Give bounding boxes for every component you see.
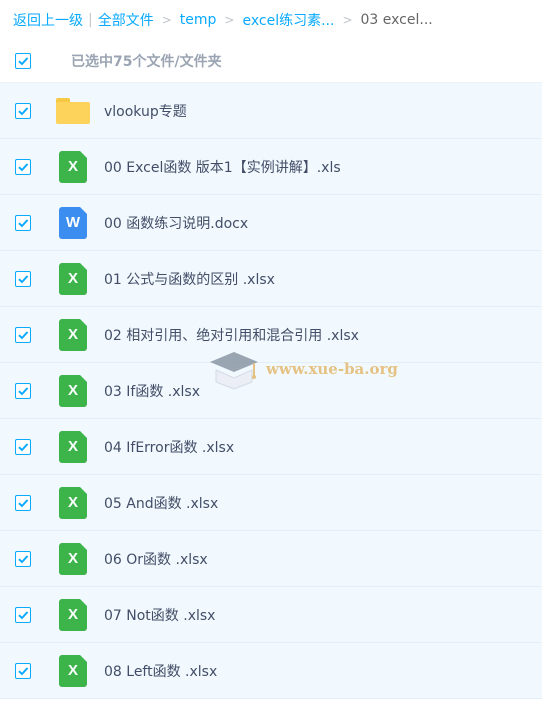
file-icon-wrap: X xyxy=(53,483,93,523)
excel-file-icon: X xyxy=(59,486,87,519)
selection-bar: 已选中75个文件/文件夹 xyxy=(0,40,542,83)
excel-file-icon: X xyxy=(59,150,87,183)
excel-file-icon: X xyxy=(59,598,87,631)
check-icon xyxy=(18,330,29,339)
check-icon xyxy=(18,274,29,283)
list-item[interactable]: vlookup专题 xyxy=(0,83,542,139)
excel-file-icon: X xyxy=(59,430,87,463)
excel-file-icon: X xyxy=(59,318,87,351)
file-name[interactable]: 00 函数练习说明.docx xyxy=(104,213,248,233)
file-icon-wrap: X xyxy=(53,259,93,299)
row-checkbox[interactable] xyxy=(15,438,31,455)
check-icon xyxy=(18,666,29,675)
list-item[interactable]: X 07 Not函数 .xlsx xyxy=(0,587,542,643)
list-item[interactable]: X 04 IfError函数 .xlsx xyxy=(0,419,542,475)
check-icon xyxy=(18,386,29,395)
check-icon xyxy=(18,610,29,619)
row-checkbox[interactable] xyxy=(15,158,31,175)
select-all-checkbox[interactable] xyxy=(15,53,31,69)
file-name[interactable]: 03 If函数 .xlsx xyxy=(104,381,200,401)
word-file-icon: W xyxy=(59,206,87,239)
check-icon xyxy=(18,57,29,66)
file-name[interactable]: 04 IfError函数 .xlsx xyxy=(104,437,234,457)
breadcrumb-separator: > xyxy=(224,13,235,27)
row-checkbox[interactable] xyxy=(15,270,31,287)
watermark-text: www.xue-ba.org xyxy=(266,360,398,378)
check-icon xyxy=(18,554,29,563)
file-list: vlookup专题 X 00 Excel函数 版本1【实例讲解】.xls W 00 函数… xyxy=(0,83,542,699)
back-link[interactable]: 返回上一级 xyxy=(13,10,83,30)
file-icon-wrap: X xyxy=(53,371,93,411)
list-item[interactable]: X 08 Left函数 .xlsx xyxy=(0,643,542,699)
breadcrumb-separator: > xyxy=(161,13,172,27)
check-icon xyxy=(18,218,29,227)
breadcrumb-separator: > xyxy=(342,13,353,27)
file-icon-wrap: X xyxy=(53,539,93,579)
file-name[interactable]: 05 And函数 .xlsx xyxy=(104,493,218,513)
list-item[interactable]: X 00 Excel函数 版本1【实例讲解】.xls xyxy=(0,139,542,195)
row-checkbox[interactable] xyxy=(15,326,31,343)
row-checkbox[interactable] xyxy=(15,382,31,399)
list-item[interactable]: X 05 And函数 .xlsx xyxy=(0,475,542,531)
file-name[interactable]: 00 Excel函数 版本1【实例讲解】.xls xyxy=(104,157,341,177)
excel-file-icon: X xyxy=(59,542,87,575)
file-icon-wrap: X xyxy=(53,651,93,691)
file-icon-wrap: X xyxy=(53,147,93,187)
file-name[interactable]: vlookup专题 xyxy=(104,101,187,121)
file-icon-wrap xyxy=(53,91,93,131)
excel-file-icon: X xyxy=(59,374,87,407)
graduation-cap-icon xyxy=(210,352,258,390)
file-icon-wrap: X xyxy=(53,427,93,467)
file-icon-wrap: X xyxy=(53,315,93,355)
check-icon xyxy=(18,442,29,451)
row-checkbox[interactable] xyxy=(15,494,31,511)
row-checkbox[interactable] xyxy=(15,214,31,231)
row-checkbox[interactable] xyxy=(15,606,31,623)
all-files-link[interactable]: 全部文件 xyxy=(98,10,154,30)
check-icon xyxy=(18,498,29,507)
breadcrumb-temp-link[interactable]: temp xyxy=(180,12,217,28)
breadcrumb-excel-link[interactable]: excel练习素... xyxy=(242,10,334,30)
row-checkbox[interactable] xyxy=(15,102,31,119)
check-icon xyxy=(18,106,29,115)
breadcrumb: 返回上一级 | 全部文件 > temp > excel练习素... > 03 e… xyxy=(0,0,542,40)
row-checkbox[interactable] xyxy=(15,550,31,567)
breadcrumb-current: 03 excel... xyxy=(360,12,433,28)
file-icon-wrap: X xyxy=(53,595,93,635)
file-name[interactable]: 07 Not函数 .xlsx xyxy=(104,605,215,625)
file-name[interactable]: 06 Or函数 .xlsx xyxy=(104,549,208,569)
file-name[interactable]: 08 Left函数 .xlsx xyxy=(104,661,217,681)
list-item[interactable]: X 01 公式与函数的区别 .xlsx xyxy=(0,251,542,307)
watermark: www.xue-ba.org xyxy=(208,348,398,390)
list-item[interactable]: X 06 Or函数 .xlsx xyxy=(0,531,542,587)
file-name[interactable]: 01 公式与函数的区别 .xlsx xyxy=(104,269,275,289)
row-checkbox[interactable] xyxy=(15,662,31,679)
excel-file-icon: X xyxy=(59,262,87,295)
file-icon-wrap: W xyxy=(53,203,93,243)
file-name[interactable]: 02 相对引用、绝对引用和混合引用 .xlsx xyxy=(104,325,359,345)
excel-file-icon: X xyxy=(59,654,87,687)
folder-icon xyxy=(56,97,90,124)
selection-count-label: 已选中75个文件/文件夹 xyxy=(71,54,222,70)
check-icon xyxy=(18,162,29,171)
breadcrumb-divider: | xyxy=(88,12,93,28)
list-item[interactable]: W 00 函数练习说明.docx xyxy=(0,195,542,251)
